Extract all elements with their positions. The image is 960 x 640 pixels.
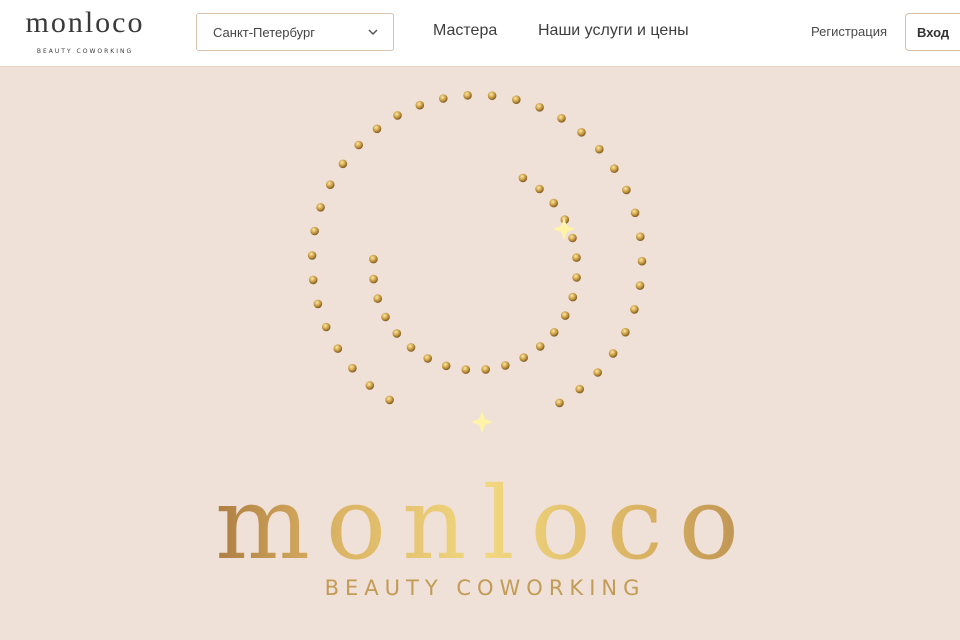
gold-bead bbox=[381, 312, 390, 322]
gold-bead bbox=[316, 203, 325, 212]
hero-wordmark: monloco bbox=[200, 469, 770, 579]
gold-bead bbox=[487, 91, 497, 100]
hero-banner: monloco BEAUTY COWORKING bbox=[0, 68, 960, 640]
city-select-value: Санкт-Петербург bbox=[213, 25, 315, 40]
gold-bead bbox=[630, 208, 640, 218]
gold-bead bbox=[636, 232, 645, 241]
city-select[interactable]: Санкт-Петербург bbox=[196, 13, 394, 51]
gold-bead bbox=[325, 180, 335, 189]
gold-bead bbox=[392, 329, 402, 338]
logo[interactable]: monloco BEAUTY COWORKING bbox=[10, 6, 160, 62]
gold-bead bbox=[593, 368, 602, 377]
gold-bead bbox=[577, 128, 586, 137]
chevron-down-icon bbox=[368, 29, 378, 36]
gold-bead bbox=[307, 251, 317, 260]
gold-bead bbox=[549, 198, 558, 208]
gold-bead bbox=[406, 343, 416, 352]
gold-bead bbox=[635, 281, 645, 290]
login-button[interactable]: Вход bbox=[905, 13, 960, 51]
gold-bead bbox=[572, 253, 581, 262]
gold-bead bbox=[308, 275, 318, 285]
gold-bead bbox=[622, 185, 631, 195]
gold-bead bbox=[310, 226, 319, 236]
gold-bead bbox=[568, 233, 577, 243]
hero-ornament bbox=[307, 91, 647, 433]
hero-tagline: BEAUTY COWORKING bbox=[324, 576, 646, 600]
gold-bead bbox=[518, 173, 528, 183]
inner-bead-ring bbox=[369, 173, 581, 374]
gold-bead bbox=[369, 254, 378, 264]
gold-bead bbox=[441, 361, 451, 371]
gold-bead bbox=[338, 159, 348, 169]
gold-bead bbox=[461, 365, 471, 374]
gold-bead bbox=[373, 294, 383, 303]
gold-bead bbox=[560, 311, 570, 320]
gold-bead bbox=[535, 342, 545, 351]
gold-bead bbox=[555, 398, 564, 408]
logo-subtitle: BEAUTY COWORKING bbox=[36, 48, 134, 55]
gold-bead bbox=[333, 344, 343, 353]
nav-masters-link[interactable]: Мастера bbox=[433, 22, 497, 40]
outer-bead-ring bbox=[307, 91, 647, 408]
gold-bead bbox=[575, 384, 584, 394]
gold-bead bbox=[630, 305, 639, 314]
registration-link[interactable]: Регистрация bbox=[811, 24, 887, 39]
nav-services-link[interactable]: Наши услуги и цены bbox=[538, 22, 689, 40]
sparkle-icon bbox=[471, 411, 493, 433]
gold-bead bbox=[519, 353, 528, 362]
gold-bead bbox=[313, 299, 323, 309]
gold-bead bbox=[557, 114, 566, 123]
gold-bead bbox=[321, 322, 331, 332]
gold-bead bbox=[393, 111, 402, 120]
gold-bead bbox=[608, 349, 618, 358]
gold-bead bbox=[512, 95, 521, 104]
gold-bead bbox=[535, 103, 544, 112]
gold-bead bbox=[369, 274, 378, 284]
gold-bead bbox=[501, 361, 510, 370]
gold-bead bbox=[348, 363, 357, 373]
gold-bead bbox=[415, 100, 425, 110]
gold-bead bbox=[595, 144, 604, 154]
gold-bead bbox=[365, 381, 375, 390]
gold-bead bbox=[423, 354, 433, 363]
gold-bead bbox=[637, 256, 647, 266]
site-header: monloco BEAUTY COWORKING Санкт-Петербург… bbox=[0, 0, 960, 67]
gold-bead bbox=[372, 124, 382, 134]
gold-bead bbox=[610, 164, 619, 173]
gold-bead bbox=[621, 327, 630, 337]
gold-bead bbox=[385, 395, 394, 405]
gold-bead bbox=[568, 292, 578, 302]
gold-bead bbox=[354, 140, 364, 150]
gold-bead bbox=[481, 365, 491, 374]
gold-bead bbox=[535, 184, 544, 194]
logo-wordmark: monloco bbox=[25, 6, 145, 39]
gold-bead bbox=[439, 94, 448, 103]
gold-bead bbox=[549, 328, 559, 337]
gold-bead bbox=[572, 273, 581, 282]
gold-bead bbox=[463, 91, 472, 100]
